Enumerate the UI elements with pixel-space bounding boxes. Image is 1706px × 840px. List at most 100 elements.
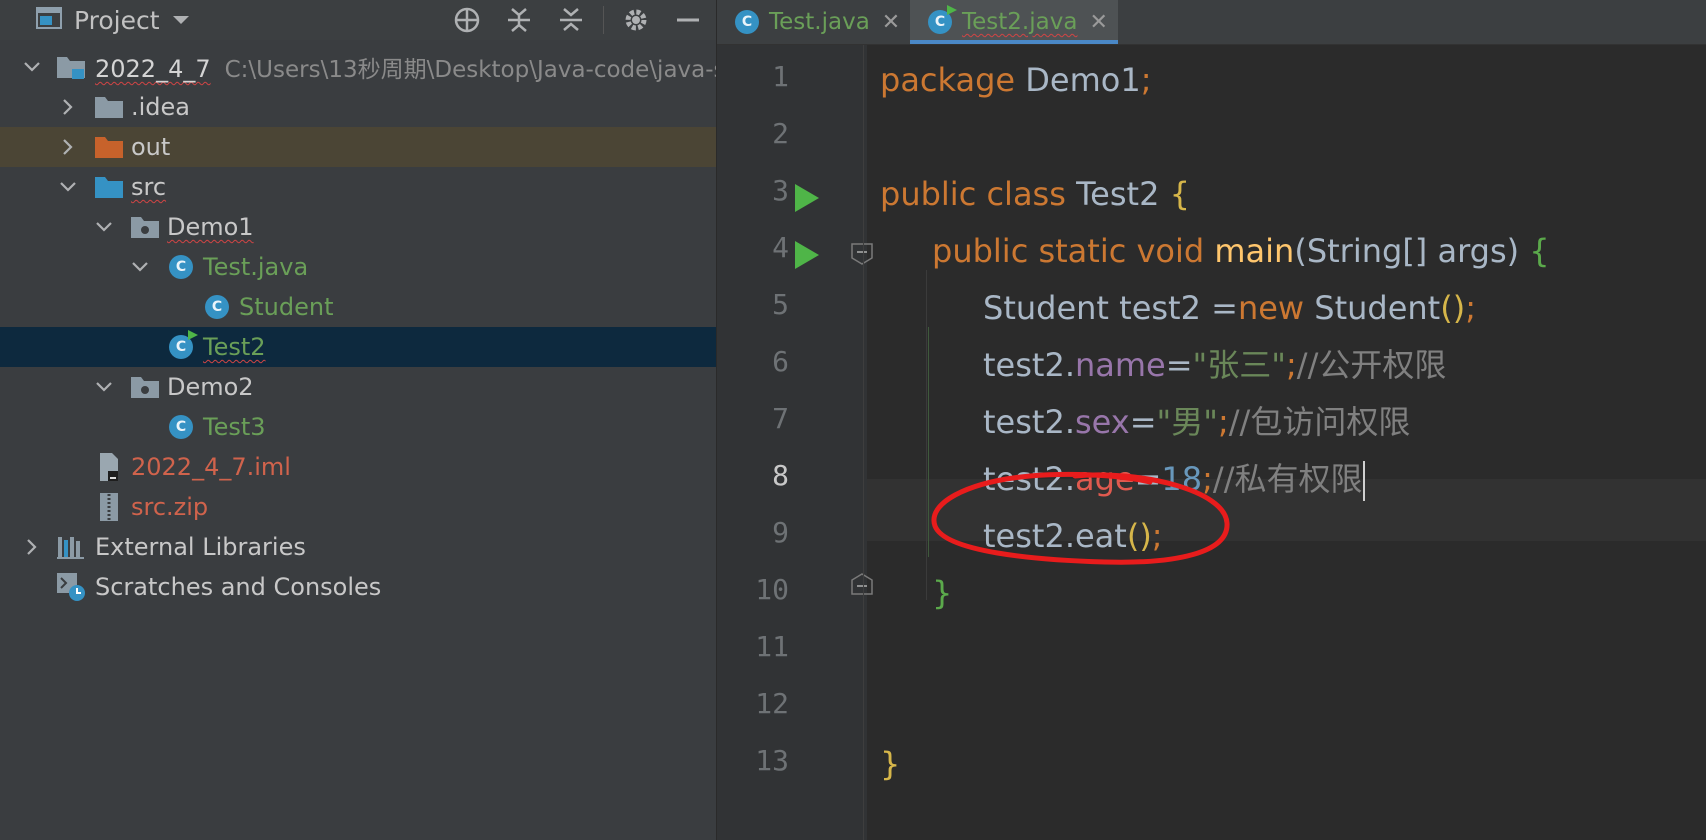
code-line-5: Student test2 =new Student();	[983, 289, 1476, 327]
chevron-down-icon[interactable]	[20, 47, 44, 87]
chevron-down-icon[interactable]	[56, 167, 80, 207]
runnable-class-icon: C	[166, 330, 198, 362]
java-class-icon: C	[166, 412, 196, 442]
source-folder-icon	[94, 172, 124, 202]
runnable-class-icon: C	[928, 5, 957, 34]
line-number: 12	[755, 687, 789, 720]
tree-item-scratches[interactable]: Scratches and Consoles	[0, 567, 716, 607]
archive-icon	[94, 492, 124, 522]
code-editor[interactable]: 1 2 3 4 5 6 7 8 9 10 11 12 13 package De…	[717, 45, 1706, 840]
crosshair-icon[interactable]	[451, 4, 483, 36]
tree-item-student[interactable]: C Student	[0, 287, 716, 327]
line-number: 1	[772, 60, 789, 93]
tab-label: Test.java	[769, 9, 870, 35]
fold-collapse-icon[interactable]	[850, 242, 874, 266]
tree-item-label: Test.java	[203, 253, 309, 281]
tree-item-label: src	[131, 173, 167, 201]
expand-all-icon[interactable]	[503, 4, 535, 36]
line-number: 7	[772, 402, 789, 435]
tree-item-demo2[interactable]: Demo2	[0, 367, 716, 407]
chevron-right-icon[interactable]	[20, 527, 44, 567]
tab-test2-java[interactable]: C Test2.java ✕	[910, 0, 1118, 44]
line-number: 2	[772, 117, 789, 150]
close-icon[interactable]: ✕	[882, 10, 900, 35]
tree-item-iml[interactable]: 2022_4_7.iml	[0, 447, 716, 487]
tree-item-label: Demo2	[167, 373, 254, 401]
run-icon[interactable]	[793, 182, 821, 214]
project-panel-title: Project	[74, 5, 160, 35]
code-line-4: public static void main(String[] args) {	[932, 232, 1550, 270]
line-number: 4	[772, 231, 789, 264]
root-module-name: 2022_4_7	[95, 55, 211, 83]
code-line-3: public class Test2 {	[880, 175, 1190, 213]
annotation-circle	[931, 471, 1230, 565]
project-window-icon	[36, 6, 62, 34]
project-view-selector[interactable]: Project	[36, 0, 190, 40]
root-module-path: C:\Users\13秒周期\Desktop\Java-code\java-se	[224, 57, 717, 83]
project-panel-header: Project	[0, 0, 716, 40]
line-number: 5	[772, 288, 789, 321]
code-line-1: package Demo1;	[880, 61, 1152, 99]
tree-item-external-libraries[interactable]: External Libraries	[0, 527, 716, 567]
chevron-down-icon[interactable]	[172, 11, 190, 30]
tree-item-label: out	[131, 133, 171, 161]
tree-item-test3[interactable]: C Test3	[0, 407, 716, 447]
tree-item-src[interactable]: src	[0, 167, 716, 207]
tab-label: Test2.java	[962, 9, 1078, 35]
line-number: 10	[755, 573, 789, 606]
editor-tab-bar: C Test.java ✕ C Test2.java ✕	[717, 0, 1706, 45]
project-tool-window: Project 2022_4_7 C:\Users\13秒周期\Desktop\J…	[0, 0, 717, 840]
tree-item-label: .idea	[131, 93, 191, 121]
java-class-icon: C	[735, 10, 759, 34]
libraries-icon	[56, 532, 86, 562]
code-line-10: }	[932, 574, 953, 612]
tree-item-srczip[interactable]: src.zip	[0, 487, 716, 527]
code-line-7: test2.sex="男";//包访问权限	[983, 403, 1411, 441]
tab-test-java[interactable]: C Test.java ✕	[717, 0, 909, 44]
package-icon	[130, 212, 160, 242]
tree-item-test-java[interactable]: C Test.java	[0, 247, 716, 287]
line-number: 11	[755, 630, 789, 663]
tree-item-label: Test2	[203, 333, 266, 361]
tree-item-label: Scratches and Consoles	[95, 573, 382, 601]
scratches-icon	[56, 572, 86, 602]
tree-item-demo1[interactable]: Demo1	[0, 207, 716, 247]
chevron-down-icon[interactable]	[92, 207, 116, 247]
tree-item-out[interactable]: out	[0, 127, 716, 167]
code-line-13: }	[880, 745, 901, 783]
line-number: 3	[772, 174, 789, 207]
fold-end-icon[interactable]	[850, 572, 874, 596]
tree-item-label: 2022_4_7.iml	[131, 453, 291, 481]
line-number: 8	[772, 459, 789, 492]
excluded-folder-icon	[94, 132, 124, 162]
java-class-icon: C	[202, 292, 232, 322]
tree-item-label: Demo1	[167, 213, 254, 241]
module-file-icon	[94, 452, 124, 482]
toolbar-divider	[603, 6, 604, 34]
tree-item-idea[interactable]: .idea	[0, 87, 716, 127]
gear-icon[interactable]	[620, 4, 652, 36]
tree-item-test2[interactable]: C Test2	[0, 327, 716, 367]
tree-item-label: Test3	[203, 413, 266, 441]
collapse-all-icon[interactable]	[555, 4, 587, 36]
tree-item-label: Student	[239, 293, 334, 321]
run-icon[interactable]	[793, 239, 821, 271]
package-icon	[130, 372, 160, 402]
java-class-icon: C	[166, 252, 196, 282]
chevron-down-icon[interactable]	[92, 367, 116, 407]
tree-item-label: External Libraries	[95, 533, 306, 561]
line-number: 13	[755, 744, 789, 777]
chevron-right-icon[interactable]	[56, 127, 80, 167]
text-caret	[1363, 461, 1366, 501]
editor-gutter	[717, 45, 867, 840]
tree-item-label: src.zip	[131, 493, 209, 521]
module-folder-icon	[56, 52, 86, 82]
gutter-separator	[863, 45, 864, 840]
line-number: 9	[772, 516, 789, 549]
chevron-right-icon[interactable]	[56, 87, 80, 127]
minimize-icon[interactable]	[672, 4, 704, 36]
tree-item-root[interactable]: 2022_4_7 C:\Users\13秒周期\Desktop\Java-code…	[0, 47, 716, 87]
code-line-6: test2.name="张三";//公开权限	[983, 346, 1447, 384]
chevron-down-icon[interactable]	[128, 247, 152, 287]
close-icon[interactable]: ✕	[1089, 10, 1107, 35]
